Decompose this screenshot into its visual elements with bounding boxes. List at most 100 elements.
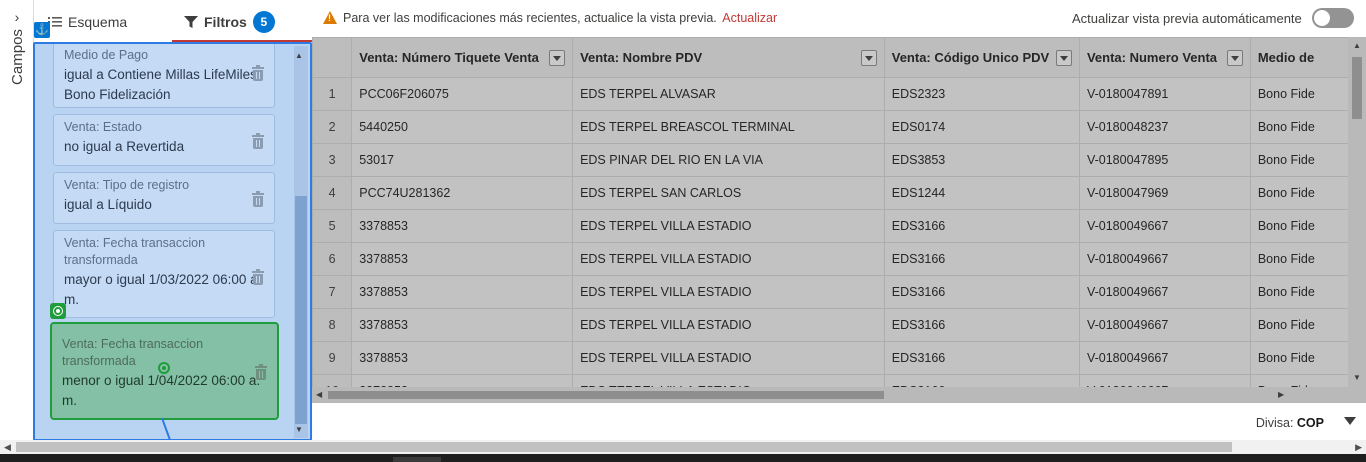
- scroll-left-icon[interactable]: ◀: [316, 390, 322, 399]
- filter-field: Venta: Fecha transaccion transformada: [64, 236, 206, 267]
- table-cell[interactable]: V-0180047969: [1078, 176, 1251, 210]
- table-row[interactable]: 4 PCC74U281362 EDS TERPEL SAN CARLOS EDS124…: [312, 176, 1366, 210]
- column-header[interactable]: Venta: Número Tiquete Venta: [351, 37, 574, 78]
- table-row[interactable]: 1 PCC06F206075 EDS TERPEL ALVASAR EDS2323 V-…: [312, 77, 1366, 111]
- table-cell[interactable]: V-0180049667: [1078, 209, 1251, 243]
- column-menu-icon[interactable]: [860, 49, 877, 66]
- taskbar-active-item[interactable]: [393, 457, 441, 462]
- campos-strip[interactable]: › Campos: [0, 0, 34, 440]
- funnel-icon: [184, 15, 198, 28]
- table-cell[interactable]: EDS TERPEL ALVASAR: [572, 77, 885, 111]
- preview-message: Para ver las modificaciones más reciente…: [343, 11, 777, 25]
- column-header-label: Venta: Nombre PDV: [580, 50, 703, 65]
- table-row[interactable]: 2 5440250 EDS TERPEL BREASCOL TERMINAL EDS0…: [312, 110, 1366, 144]
- scroll-up-icon[interactable]: ▲: [1352, 41, 1362, 51]
- scroll-up-icon[interactable]: ▲: [293, 50, 305, 62]
- trash-icon[interactable]: [255, 364, 267, 380]
- table-row[interactable]: 9 3378853 EDS TERPEL VILLA ESTADIO EDS3166 V…: [312, 341, 1366, 375]
- table-cell[interactable]: EDS TERPEL VILLA ESTADIO: [572, 275, 885, 309]
- table-cell[interactable]: EDS3166: [883, 209, 1080, 243]
- filter-card[interactable]: Venta: Tipo de registro igual a Líquido: [53, 172, 275, 224]
- table-cell[interactable]: EDS TERPEL VILLA ESTADIO: [572, 341, 885, 375]
- table-row[interactable]: 6 3378853 EDS TERPEL VILLA ESTADIO EDS3166 V…: [312, 242, 1366, 276]
- table-cell[interactable]: 3378853: [351, 275, 574, 309]
- table-cell[interactable]: EDS TERPEL VILLA ESTADIO: [572, 209, 885, 243]
- table-cell[interactable]: EDS TERPEL VILLA ESTADIO: [572, 242, 885, 276]
- table-cell[interactable]: EDS3166: [883, 341, 1080, 375]
- column-header[interactable]: Venta: Código Unico PDV: [883, 37, 1080, 78]
- table-cell[interactable]: EDS TERPEL SAN CARLOS: [572, 176, 885, 210]
- table-cell[interactable]: V-0180049667: [1078, 242, 1251, 276]
- trash-icon[interactable]: [252, 269, 264, 285]
- column-header[interactable]: Venta: Numero Venta: [1078, 37, 1251, 78]
- column-menu-icon[interactable]: [1055, 49, 1072, 66]
- table-cell[interactable]: V-0180049667: [1078, 275, 1251, 309]
- filter-card[interactable]: Venta: Fecha transaccion transformada ma…: [53, 230, 275, 318]
- grid-vertical-scrollbar[interactable]: ▲ ▼: [1348, 37, 1366, 403]
- table-cell[interactable]: 3378853: [351, 341, 574, 375]
- filter-list-panel[interactable]: ▲ ▼ Medio de Pago igual a Contiene Milla…: [33, 42, 312, 441]
- grid-horizontal-scrollbar[interactable]: ◀ ▶: [312, 387, 1348, 403]
- filter-count-badge: 5: [252, 11, 275, 33]
- trash-icon[interactable]: [252, 133, 264, 149]
- column-menu-icon[interactable]: [549, 49, 566, 66]
- table-cell[interactable]: EDS TERPEL BREASCOL TERMINAL: [572, 110, 885, 144]
- row-number: 4: [312, 176, 353, 210]
- grid-vscroll-thumb[interactable]: [1352, 57, 1362, 119]
- table-cell[interactable]: V-0180047891: [1078, 77, 1251, 111]
- table-cell[interactable]: V-0180048237: [1078, 110, 1251, 144]
- chevron-down-icon[interactable]: [1344, 417, 1356, 425]
- anchor-icon: ⚓: [34, 22, 50, 38]
- page-hscroll-thumb[interactable]: [16, 442, 1232, 452]
- table-cell[interactable]: 3378853: [351, 209, 574, 243]
- table-cell[interactable]: EDS2323: [883, 77, 1080, 111]
- filter-card[interactable]: Venta: Estado no igual a Revertida: [53, 114, 275, 166]
- table-row[interactable]: 7 3378853 EDS TERPEL VILLA ESTADIO EDS3166 V…: [312, 275, 1366, 309]
- filter-scroll-thumb[interactable]: [295, 196, 307, 424]
- scroll-down-icon[interactable]: ▼: [293, 424, 305, 436]
- scroll-left-icon[interactable]: ◀: [4, 442, 11, 453]
- table-row[interactable]: 5 3378853 EDS TERPEL VILLA ESTADIO EDS3166 V…: [312, 209, 1366, 243]
- table-row[interactable]: 3 53017 EDS PINAR DEL RIO EN LA VIA EDS3853…: [312, 143, 1366, 177]
- table-cell[interactable]: EDS TERPEL VILLA ESTADIO: [572, 308, 885, 342]
- table-cell[interactable]: 5440250: [351, 110, 574, 144]
- panel-tabs: Esquema Filtros 5: [34, 0, 312, 42]
- table-cell[interactable]: V-0180049667: [1078, 308, 1251, 342]
- table-cell[interactable]: EDS3166: [883, 308, 1080, 342]
- table-cell[interactable]: PCC74U281362: [351, 176, 574, 210]
- column-menu-icon[interactable]: [1226, 49, 1243, 66]
- table-cell[interactable]: 53017: [351, 143, 574, 177]
- table-cell[interactable]: EDS3853: [883, 143, 1080, 177]
- column-header[interactable]: Venta: Nombre PDV: [572, 37, 885, 78]
- table-cell[interactable]: EDS3166: [883, 242, 1080, 276]
- filter-field: Venta: Tipo de registro: [64, 178, 190, 192]
- row-number: 6: [312, 242, 353, 276]
- tab-filters[interactable]: Filtros 5: [184, 11, 275, 33]
- refresh-link[interactable]: Actualizar: [722, 11, 777, 25]
- page-horizontal-scrollbar[interactable]: ◀ ▶: [0, 440, 1366, 454]
- column-header-inner: Medio de: [1258, 50, 1358, 65]
- tab-schema[interactable]: Esquema: [48, 12, 127, 32]
- table-cell[interactable]: EDS1244: [883, 176, 1080, 210]
- table-cell[interactable]: 3378853: [351, 308, 574, 342]
- table-cell[interactable]: EDS0174: [883, 110, 1080, 144]
- auto-refresh-toggle[interactable]: [1312, 8, 1354, 28]
- trash-icon[interactable]: [252, 65, 264, 81]
- row-number: 8: [312, 308, 353, 342]
- scroll-down-icon[interactable]: ▼: [1352, 373, 1362, 383]
- table-cell[interactable]: PCC06F206075: [351, 77, 574, 111]
- preview-info-bar: Para ver las modificaciones más reciente…: [312, 0, 1366, 37]
- currency-selector[interactable]: Divisa: COP: [1256, 416, 1324, 430]
- table-row[interactable]: 8 3378853 EDS TERPEL VILLA ESTADIO EDS3166 V…: [312, 308, 1366, 342]
- table-cell[interactable]: V-0180049667: [1078, 341, 1251, 375]
- chevron-right-icon[interactable]: ›: [10, 10, 24, 24]
- grid-hscroll-thumb[interactable]: [328, 391, 884, 399]
- filter-card[interactable]: Medio de Pago igual a Contiene Millas Li…: [53, 44, 275, 108]
- table-cell[interactable]: 3378853: [351, 242, 574, 276]
- table-cell[interactable]: EDS PINAR DEL RIO EN LA VIA: [572, 143, 885, 177]
- scroll-right-icon[interactable]: ▶: [1355, 442, 1362, 453]
- table-cell[interactable]: EDS3166: [883, 275, 1080, 309]
- scroll-right-icon[interactable]: ▶: [1278, 390, 1284, 399]
- trash-icon[interactable]: [252, 191, 264, 207]
- table-cell[interactable]: V-0180047895: [1078, 143, 1251, 177]
